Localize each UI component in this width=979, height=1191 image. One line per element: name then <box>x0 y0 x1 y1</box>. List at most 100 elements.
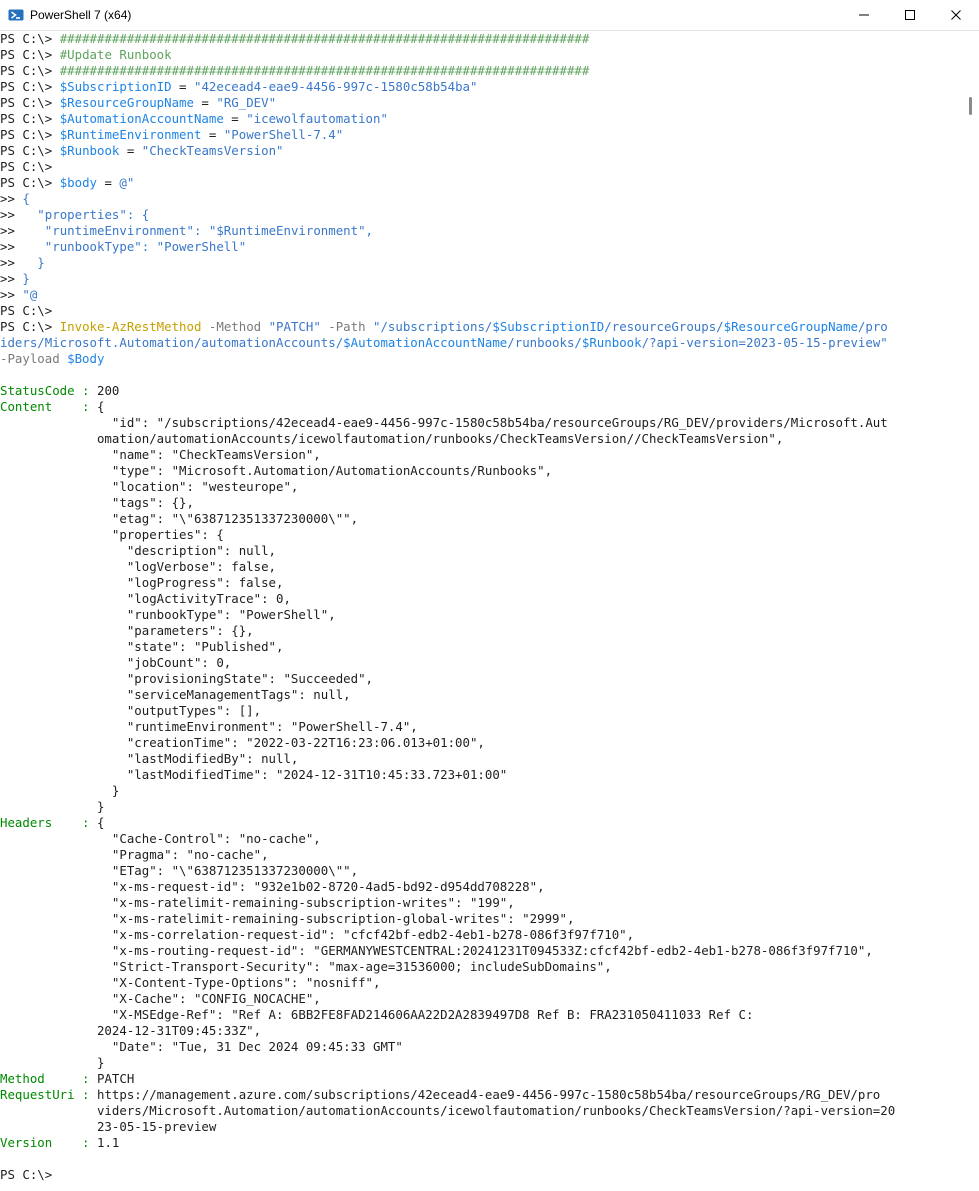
console-text: PS C:\> <box>0 303 53 318</box>
console-line: >> "runtimeEnvironment": "$RuntimeEnviro… <box>0 223 963 239</box>
console-line: "type": "Microsoft.Automation/Automation… <box>0 463 963 479</box>
console-text: "X-Cache": "CONFIG_NOCACHE", <box>0 991 321 1006</box>
console-line: "lastModifiedBy": null, <box>0 751 963 767</box>
console-text: "provisioningState": "Succeeded", <box>0 671 373 686</box>
maximize-button[interactable] <box>887 0 933 31</box>
console-text: $Body <box>67 351 105 366</box>
console-text: } <box>0 1055 105 1070</box>
console-text: viders/Microsoft.Automation/automationAc… <box>0 1103 896 1118</box>
console-text: "description": null, <box>0 543 277 558</box>
console-text: "jobCount": 0, <box>0 655 232 670</box>
console-line: "X-Cache": "CONFIG_NOCACHE", <box>0 991 963 1007</box>
console-text: "serviceManagementTags": null, <box>0 687 351 702</box>
console-line: "description": null, <box>0 543 963 559</box>
scrollbar-thumb[interactable] <box>969 97 972 115</box>
console-text: PS C:\> <box>0 63 60 78</box>
console-line: PS C:\> <box>0 1167 963 1183</box>
console-text: $body <box>59 175 97 190</box>
console-text: } <box>22 271 30 286</box>
console-text: Headers : <box>0 815 97 830</box>
console-text: >> <box>0 239 23 254</box>
console-line: PS C:\> <box>0 303 963 319</box>
console-text: >> <box>0 255 23 270</box>
console-text: "x-ms-ratelimit-remaining-subscription-w… <box>0 895 515 910</box>
console-line: "state": "Published", <box>0 639 963 655</box>
title-bar[interactable]: PowerShell 7 (x64) <box>0 0 979 31</box>
console-line: PS C:\> <box>0 159 963 175</box>
console-text: ########################################… <box>59 63 590 78</box>
console-text: "creationTime": "2022-03-22T16:23:06.013… <box>0 735 485 750</box>
console-line: "runtimeEnvironment": "PowerShell-7.4", <box>0 719 963 735</box>
console-text: "RG_DEV" <box>216 95 277 110</box>
console-text: StatusCode : <box>0 383 97 398</box>
console-line: "Cache-Control": "no-cache", <box>0 831 963 847</box>
console-line: PS C:\> $RuntimeEnvironment = "PowerShel… <box>0 127 963 143</box>
vertical-scrollbar[interactable] <box>963 31 979 1191</box>
console-line: "provisioningState": "Succeeded", <box>0 671 963 687</box>
console-text: >> <box>0 271 23 286</box>
console-line: >> "@ <box>0 287 963 303</box>
console-text: } <box>0 799 105 814</box>
console-line: "Pragma": "no-cache", <box>0 847 963 863</box>
console-line: "logProgress": false, <box>0 575 963 591</box>
console-line: PS C:\> $ResourceGroupName = "RG_DEV" <box>0 95 963 111</box>
console-text: PS C:\> <box>0 31 60 46</box>
console-line: "logVerbose": false, <box>0 559 963 575</box>
console-text: -Path <box>320 319 374 334</box>
console-line: "lastModifiedTime": "2024-12-31T10:45:33… <box>0 767 963 783</box>
console-text: "@ <box>22 287 38 302</box>
console-line: PS C:\> #Update Runbook <box>0 47 963 63</box>
console-line: StatusCode : 200 <box>0 383 963 399</box>
console-line: "x-ms-ratelimit-remaining-subscription-w… <box>0 895 963 911</box>
console-line: RequestUri : https://management.azure.co… <box>0 1087 963 1103</box>
console-text: iders/Microsoft.Automation/automationAcc… <box>0 335 344 350</box>
console-text: "/subscriptions/ <box>373 319 493 334</box>
console-text: RequestUri : <box>0 1087 97 1102</box>
console-line: "Strict-Transport-Security": "max-age=31… <box>0 959 963 975</box>
console-text: -Method <box>201 319 269 334</box>
console-text: /resourceGroups/ <box>604 319 724 334</box>
console-text: "CheckTeamsVersion" <box>141 143 284 158</box>
console-output[interactable]: PS C:\> ################################… <box>0 31 963 1191</box>
console-text: ########################################… <box>59 31 590 46</box>
console-text: "lastModifiedBy": null, <box>0 751 299 766</box>
console-text: omation/automationAccounts/icewolfautoma… <box>0 431 784 446</box>
console-text: "outputTypes": [], <box>0 703 262 718</box>
console-line: "x-ms-correlation-request-id": "cfcf42bf… <box>0 927 963 943</box>
console-text: "name": "CheckTeamsVersion", <box>0 447 321 462</box>
console-text: = <box>223 111 247 126</box>
console-text: Method : <box>0 1071 97 1086</box>
console-line: omation/automationAccounts/icewolfautoma… <box>0 431 963 447</box>
console-line: "name": "CheckTeamsVersion", <box>0 447 963 463</box>
console-text: "runtimeEnvironment": "PowerShell-7.4", <box>0 719 418 734</box>
console-line: "Date": "Tue, 31 Dec 2024 09:45:33 GMT" <box>0 1039 963 1055</box>
console-line: "x-ms-request-id": "932e1b02-8720-4ad5-b… <box>0 879 963 895</box>
window-title: PowerShell 7 (x64) <box>30 8 132 22</box>
console-line: -Payload $Body <box>0 351 963 367</box>
console-line: >> { <box>0 191 963 207</box>
console-text: "Cache-Control": "no-cache", <box>0 831 321 846</box>
console-text: "logVerbose": false, <box>0 559 277 574</box>
console-text: { <box>22 191 30 206</box>
console-text: PS C:\> <box>0 127 60 142</box>
console-text: "tags": {}, <box>0 495 194 510</box>
console-line: "parameters": {}, <box>0 623 963 639</box>
close-button[interactable] <box>933 0 979 31</box>
console-line: PS C:\> $SubscriptionID = "42ecead4-eae9… <box>0 79 963 95</box>
console-text: "x-ms-routing-request-id": "GERMANYWESTC… <box>0 943 873 958</box>
console-line: "etag": "\"638712351337230000\"", <box>0 511 963 527</box>
console-text: "X-Content-Type-Options": "nosniff", <box>0 975 381 990</box>
minimize-button[interactable] <box>841 0 887 31</box>
console-line: PS C:\> $body = @" <box>0 175 963 191</box>
console-text: "lastModifiedTime": "2024-12-31T10:45:33… <box>0 767 508 782</box>
console-line: "serviceManagementTags": null, <box>0 687 963 703</box>
console-text: "location": "westeurope", <box>0 479 299 494</box>
console-text: PS C:\> <box>0 319 60 334</box>
console-text: $Runbook <box>59 143 120 158</box>
console-text: "42ecead4-eae9-4456-997c-1580c58b54ba" <box>193 79 478 94</box>
console-text: "Date": "Tue, 31 Dec 2024 09:45:33 GMT" <box>0 1039 403 1054</box>
console-text: 200 <box>96 383 120 398</box>
console-text: = <box>119 143 142 158</box>
close-icon <box>950 6 962 25</box>
console-text: Version : <box>0 1135 97 1150</box>
